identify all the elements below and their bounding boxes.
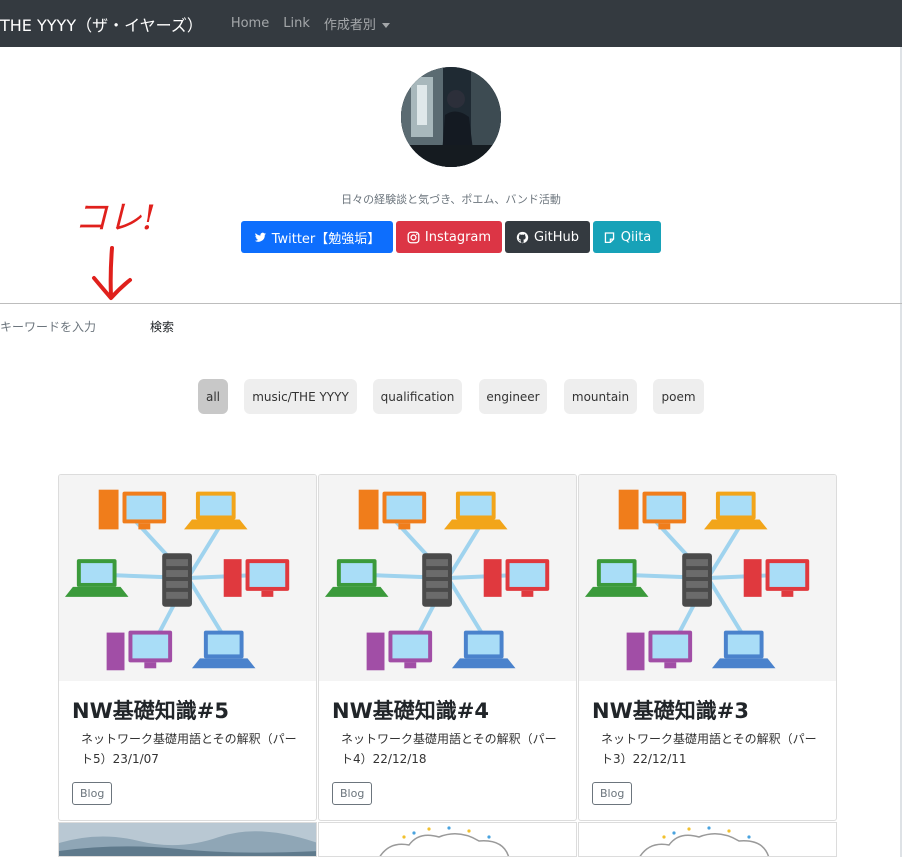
- navbar: THE YYYY（ザ・イヤーズ） Home Link 作成者別: [0, 0, 902, 47]
- qiita-label: Qiita: [620, 229, 652, 245]
- divider: [0, 303, 902, 304]
- github-icon: [516, 231, 529, 243]
- post-card[interactable]: NW基礎知識#5 ネットワーク基礎用語とその解釈（パート5）23/1/07 Bl…: [58, 474, 317, 821]
- post-card[interactable]: NW基礎知識#3 ネットワーク基礎用語とその解釈（パート3）22/12/11 B…: [578, 474, 837, 821]
- github-button[interactable]: GitHub: [505, 221, 590, 253]
- filter-poem[interactable]: poem: [653, 379, 704, 414]
- instagram-button[interactable]: Instagram: [396, 221, 502, 253]
- card-tag-badge[interactable]: Blog: [592, 782, 633, 805]
- post-card-partial[interactable]: [318, 822, 577, 857]
- post-card-partial[interactable]: [58, 822, 317, 857]
- post-card-partial[interactable]: [578, 822, 837, 857]
- filter-all[interactable]: all: [198, 379, 228, 414]
- mountain-thumbnail: [59, 823, 316, 856]
- card-description: ネットワーク基礎用語とその解釈（パート5）23/1/07: [81, 732, 297, 766]
- card-title: NW基礎知識#3: [592, 699, 749, 723]
- cloud-thumbnail: [579, 823, 836, 856]
- avatar: [401, 67, 501, 167]
- card-title: NW基礎知識#4: [332, 699, 489, 723]
- card-description: ネットワーク基礎用語とその解釈（パート4）22/12/18: [341, 732, 557, 766]
- search-button[interactable]: 検索: [150, 318, 174, 335]
- annotation-arrow-icon: [92, 246, 132, 300]
- caret-down-icon: [381, 23, 390, 28]
- instagram-icon: [407, 231, 420, 243]
- post-card[interactable]: NW基礎知識#4 ネットワーク基礎用語とその解釈（パート4）22/12/18 B…: [318, 474, 577, 821]
- filter-qualification[interactable]: qualification: [373, 379, 462, 414]
- card-description: ネットワーク基礎用語とその解釈（パート3）22/12/11: [601, 732, 817, 766]
- filter-engineer[interactable]: engineer: [479, 379, 547, 414]
- nav-home[interactable]: Home: [231, 16, 269, 31]
- cloud-thumbnail: [319, 823, 576, 856]
- annotation-text: コレ!: [74, 198, 156, 238]
- filter-music[interactable]: music/THE YYYY: [244, 379, 357, 414]
- nav-author-label: 作成者別: [323, 18, 376, 33]
- card-title: NW基礎知識#5: [72, 699, 229, 723]
- github-label: GitHub: [533, 229, 580, 245]
- twitter-icon: [254, 232, 266, 242]
- avatar-photo: [401, 67, 501, 167]
- instagram-label: Instagram: [424, 229, 492, 245]
- network-thumbnail: [319, 475, 576, 681]
- nav-link[interactable]: Link: [283, 16, 310, 31]
- brand-title[interactable]: THE YYYY（ザ・イヤーズ）: [0, 12, 203, 36]
- card-tag-badge[interactable]: Blog: [72, 782, 113, 805]
- qiita-icon: [604, 231, 614, 243]
- qiita-button[interactable]: Qiita: [593, 221, 661, 253]
- card-tag-badge[interactable]: Blog: [332, 782, 373, 805]
- twitter-label: Twitter【勉強垢】: [271, 231, 381, 247]
- network-thumbnail: [579, 475, 836, 681]
- twitter-button[interactable]: Twitter【勉強垢】: [241, 221, 393, 253]
- nav-author-dropdown[interactable]: 作成者別: [324, 14, 390, 33]
- search-input[interactable]: キーワードを入力: [0, 318, 96, 335]
- network-thumbnail: [59, 475, 316, 681]
- filter-mountain[interactable]: mountain: [564, 379, 637, 414]
